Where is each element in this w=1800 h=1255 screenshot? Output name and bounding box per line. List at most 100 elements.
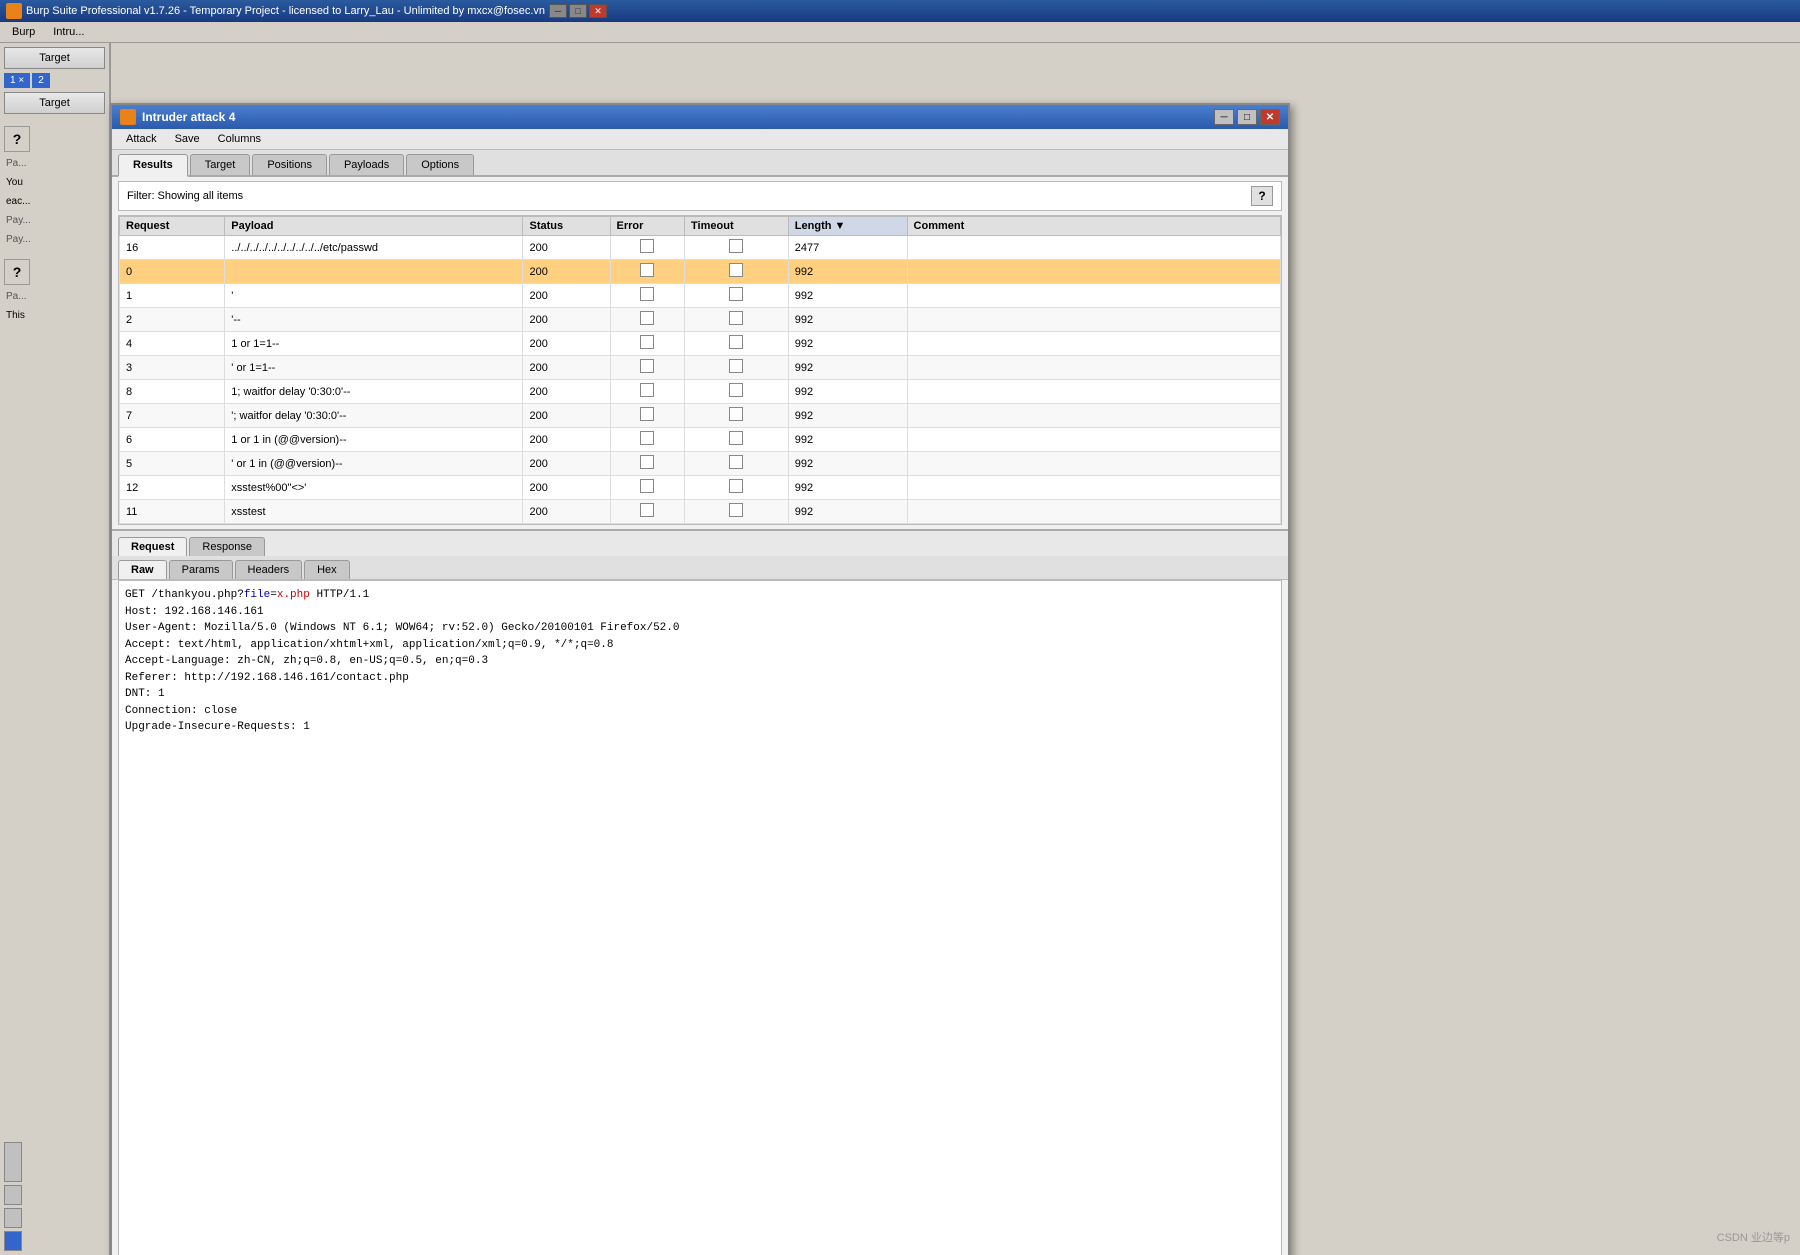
tab-results[interactable]: Results	[118, 154, 188, 177]
cell-timeout	[685, 260, 789, 284]
table-row[interactable]: 61 or 1 in (@@version)--200992	[120, 428, 1281, 452]
cell-comment	[907, 404, 1280, 428]
cell-error-checkbox[interactable]	[640, 335, 654, 349]
table-row[interactable]: 1'200992	[120, 284, 1281, 308]
target-btn[interactable]: Target	[4, 47, 105, 69]
cell-timeout-checkbox[interactable]	[729, 479, 743, 493]
cell-status: 200	[523, 284, 610, 308]
cell-timeout-checkbox[interactable]	[729, 503, 743, 517]
tab-payloads[interactable]: Payloads	[329, 154, 404, 175]
results-table: Request Payload Status Error Timeout Len…	[118, 215, 1282, 525]
menu-intruder[interactable]: Intru...	[45, 24, 92, 40]
col-request[interactable]: Request	[120, 217, 225, 236]
cell-timeout-checkbox[interactable]	[729, 359, 743, 373]
intruder-minimize[interactable]: ─	[1214, 109, 1234, 125]
cell-error-checkbox[interactable]	[640, 311, 654, 325]
cell-timeout-checkbox[interactable]	[729, 287, 743, 301]
filter-help-btn[interactable]: ?	[1251, 186, 1273, 206]
side-help-1[interactable]: ?	[4, 126, 30, 152]
cell-error-checkbox[interactable]	[640, 263, 654, 277]
cell-error	[610, 356, 685, 380]
cell-timeout-checkbox[interactable]	[729, 383, 743, 397]
cell-error-checkbox[interactable]	[640, 239, 654, 253]
side-action-3	[4, 1208, 22, 1228]
intruder-maximize[interactable]: □	[1237, 109, 1257, 125]
subtab-params[interactable]: Params	[169, 560, 233, 579]
cell-error-checkbox[interactable]	[640, 455, 654, 469]
cell-payload: '--	[225, 308, 523, 332]
tab-positions[interactable]: Positions	[252, 154, 327, 175]
cell-payload: '	[225, 284, 523, 308]
cell-error-checkbox[interactable]	[640, 287, 654, 301]
table-row[interactable]: 12xsstest%00"<>'200992	[120, 476, 1281, 500]
cell-error	[610, 332, 685, 356]
tab-target[interactable]: Target	[190, 154, 251, 175]
cell-length: 992	[788, 332, 907, 356]
side-you-label: You	[4, 175, 105, 190]
tab-options[interactable]: Options	[406, 154, 474, 175]
subtab-raw[interactable]: Raw	[118, 560, 167, 579]
tab-response[interactable]: Response	[189, 537, 265, 556]
cell-error-checkbox[interactable]	[640, 431, 654, 445]
cell-error-checkbox[interactable]	[640, 383, 654, 397]
cell-status: 200	[523, 236, 610, 260]
tab-number-2[interactable]: 2	[32, 73, 50, 88]
minimize-btn[interactable]: ─	[549, 4, 567, 18]
cell-comment	[907, 236, 1280, 260]
menu-save[interactable]: Save	[167, 131, 208, 147]
cell-timeout	[685, 452, 789, 476]
cell-timeout-checkbox[interactable]	[729, 239, 743, 253]
tab-number-1[interactable]: 1 ×	[4, 73, 30, 88]
subtab-headers[interactable]: Headers	[235, 560, 303, 579]
cell-timeout-checkbox[interactable]	[729, 263, 743, 277]
cell-timeout-checkbox[interactable]	[729, 455, 743, 469]
cell-error-checkbox[interactable]	[640, 503, 654, 517]
col-payload[interactable]: Payload	[225, 217, 523, 236]
col-status[interactable]: Status	[523, 217, 610, 236]
req-line-8: Connection: close	[125, 703, 1275, 720]
close-outer-btn[interactable]: ✕	[589, 4, 607, 18]
col-timeout[interactable]: Timeout	[685, 217, 789, 236]
col-comment[interactable]: Comment	[907, 217, 1280, 236]
col-error[interactable]: Error	[610, 217, 685, 236]
menu-burp[interactable]: Burp	[4, 24, 43, 40]
table-row[interactable]: 3' or 1=1--200992	[120, 356, 1281, 380]
menu-attack[interactable]: Attack	[118, 131, 165, 147]
tab-request[interactable]: Request	[118, 537, 187, 556]
maximize-btn[interactable]: □	[569, 4, 587, 18]
side-action-1	[4, 1142, 22, 1182]
cell-timeout-checkbox[interactable]	[729, 407, 743, 421]
table-row[interactable]: 41 or 1=1--200992	[120, 332, 1281, 356]
cell-timeout	[685, 404, 789, 428]
menu-columns[interactable]: Columns	[210, 131, 269, 147]
side-help-2[interactable]: ?	[4, 259, 30, 285]
col-length[interactable]: Length ▼	[788, 217, 907, 236]
table-row[interactable]: 5' or 1 in (@@version)--200992	[120, 452, 1281, 476]
cell-timeout-checkbox[interactable]	[729, 431, 743, 445]
side-action-2	[4, 1185, 22, 1205]
cell-error-checkbox[interactable]	[640, 479, 654, 493]
cell-status: 200	[523, 356, 610, 380]
subtab-hex[interactable]: Hex	[304, 560, 350, 579]
filter-text: Filter: Showing all items	[127, 190, 243, 202]
cell-length: 992	[788, 428, 907, 452]
cell-length: 992	[788, 380, 907, 404]
table-row[interactable]: 7'; waitfor delay '0:30:0'--200992	[120, 404, 1281, 428]
intruder-close[interactable]: ✕	[1260, 109, 1280, 125]
cell-timeout	[685, 500, 789, 524]
req-equals: =	[270, 589, 277, 601]
table-row[interactable]: 2'--200992	[120, 308, 1281, 332]
cell-error-checkbox[interactable]	[640, 407, 654, 421]
cell-error-checkbox[interactable]	[640, 359, 654, 373]
table-row[interactable]: 0200992	[120, 260, 1281, 284]
table-row[interactable]: 16../../../../../../../../../../etc/pass…	[120, 236, 1281, 260]
cell-timeout-checkbox[interactable]	[729, 311, 743, 325]
cell-payload: ' or 1 in (@@version)--	[225, 452, 523, 476]
cell-timeout-checkbox[interactable]	[729, 335, 743, 349]
target-btn-2[interactable]: Target	[4, 92, 105, 114]
cell-comment	[907, 452, 1280, 476]
table-row[interactable]: 81; waitfor delay '0:30:0'--200992	[120, 380, 1281, 404]
table-row[interactable]: 11xsstest200992	[120, 500, 1281, 524]
req-line-9: Upgrade-Insecure-Requests: 1	[125, 719, 1275, 736]
cell-payload: xsstest%00"<>'	[225, 476, 523, 500]
